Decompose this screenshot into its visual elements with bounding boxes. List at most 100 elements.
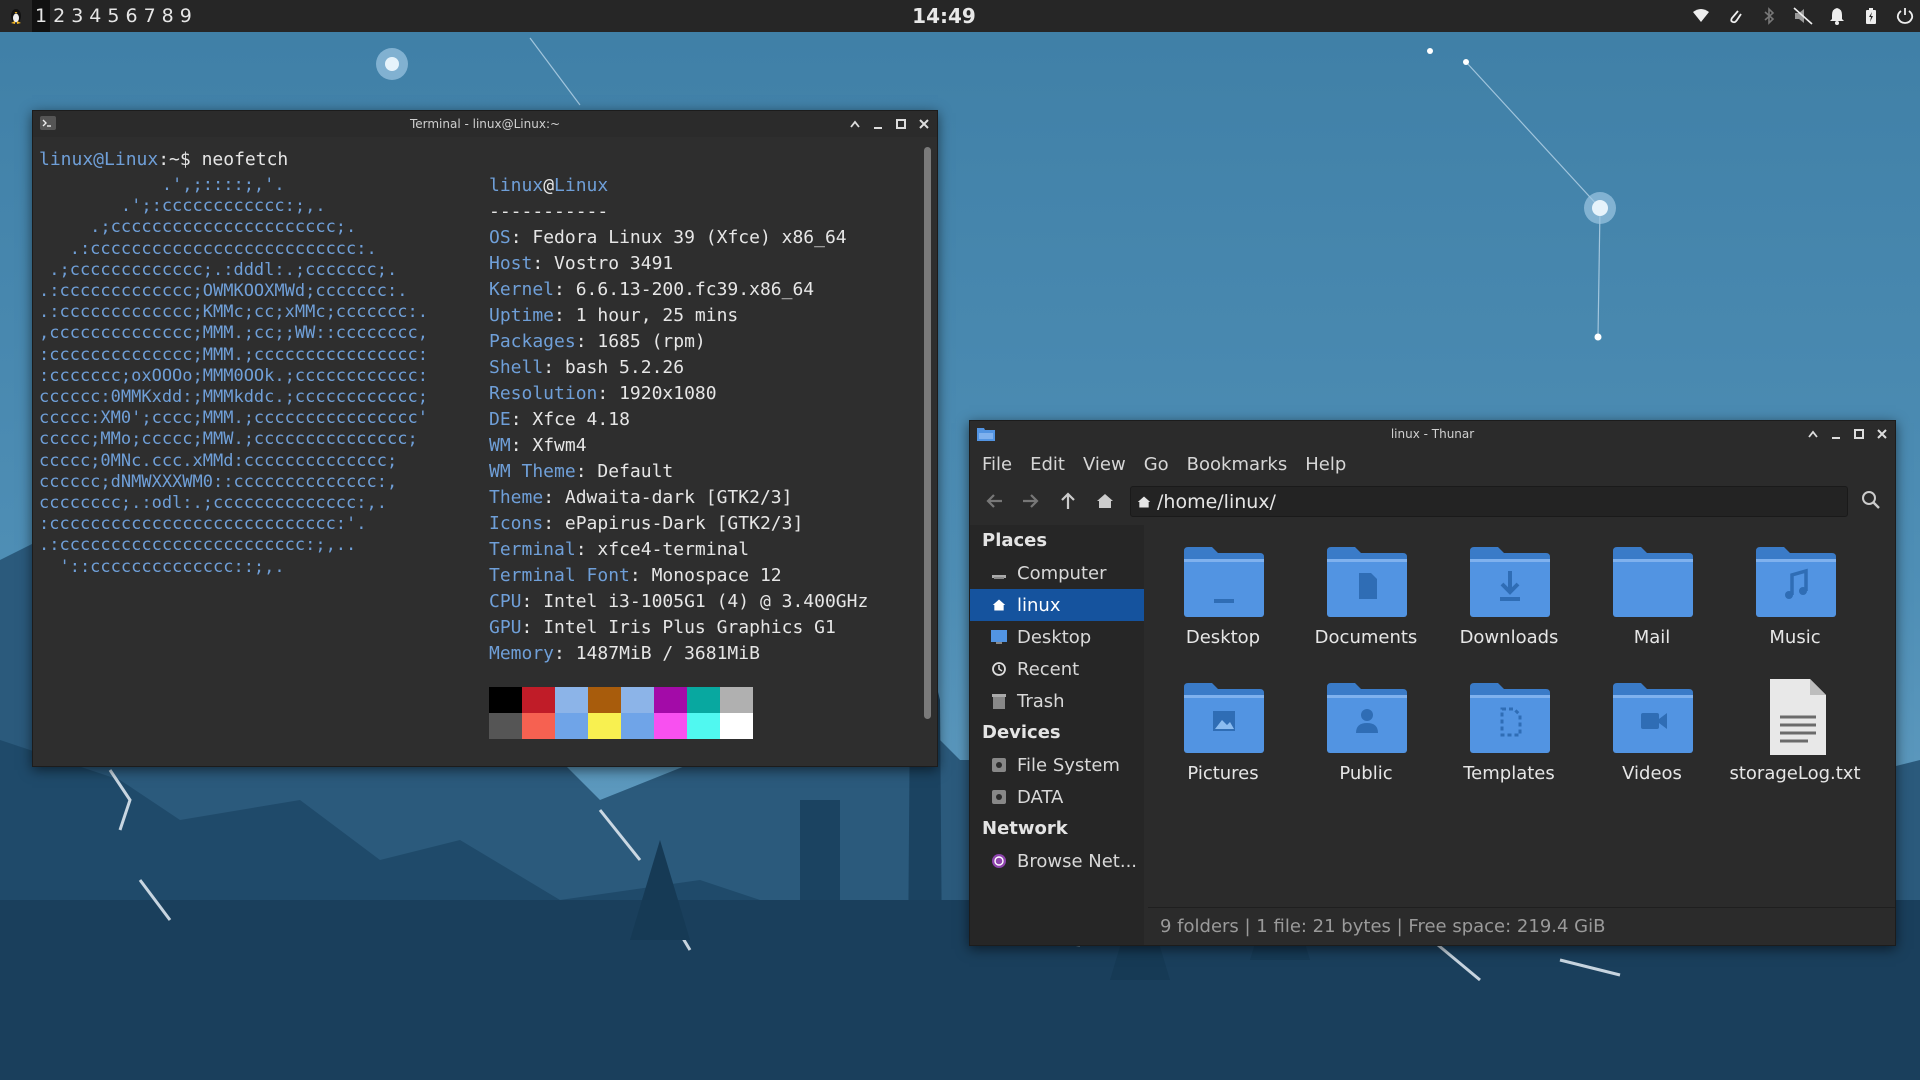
logo-line: ccccc:XM0';cccc;MMM.;cccccccccccccccc': [39, 408, 428, 429]
file-item-music[interactable]: Music: [1728, 533, 1862, 659]
file-item-videos[interactable]: Videos: [1585, 669, 1719, 795]
parent-folder-button[interactable]: [1056, 489, 1080, 513]
menu-file[interactable]: File: [982, 454, 1012, 475]
info-colon: :: [532, 253, 555, 274]
location-path: /home/linux/: [1157, 490, 1276, 513]
close-button[interactable]: [917, 117, 931, 131]
terminal-titlebar[interactable]: Terminal - linux@Linux:~: [33, 111, 937, 137]
info-colon: :: [575, 539, 598, 560]
prompt-command: :~$ neofetch: [158, 149, 289, 170]
logo-line: :cccccccccccccccccccccccccccc:'.: [39, 514, 367, 535]
sidebar-item-desktop[interactable]: Desktop: [970, 621, 1144, 653]
shade-button[interactable]: [1806, 427, 1820, 441]
logo-line: .:cccccccccccccccccccccccc:;,..: [39, 535, 357, 556]
info-value: 1685 (rpm): [597, 331, 706, 352]
menu-edit[interactable]: Edit: [1030, 454, 1065, 475]
workspace-7[interactable]: 7: [141, 0, 159, 32]
sidebar-item-label: DATA: [1017, 786, 1064, 808]
close-button[interactable]: [1875, 427, 1889, 441]
workspace-2[interactable]: 2: [50, 0, 68, 32]
sidebar-item-browse-net[interactable]: Browse Net...: [970, 845, 1144, 877]
wifi-icon[interactable]: [1690, 5, 1712, 27]
menu-help[interactable]: Help: [1305, 454, 1346, 475]
info-key: Packages: [489, 331, 576, 352]
info-value: 6.6.13-200.fc39.x86_64: [575, 279, 815, 300]
info-key: WM: [489, 435, 511, 456]
logo-line: cccccc;dNMWXXXWM0::cccccccccccccc:,: [39, 471, 398, 492]
terminal-window[interactable]: Terminal - linux@Linux:~ linux@Linux :~$ …: [32, 110, 938, 767]
info-row: WM: Xfwm4: [489, 435, 587, 456]
sidebar-item-computer[interactable]: Computer: [970, 557, 1144, 589]
color-palette-top: [489, 687, 753, 713]
trash-icon: [990, 692, 1008, 710]
applications-menu-button[interactable]: [0, 0, 32, 32]
color-swatch: [555, 687, 588, 713]
minimize-button[interactable]: [1829, 427, 1843, 441]
thunar-titlebar[interactable]: linux - Thunar: [970, 421, 1895, 447]
color-swatch: [621, 713, 654, 739]
back-button[interactable]: [982, 489, 1006, 513]
menu-view[interactable]: View: [1083, 454, 1126, 475]
file-item-documents[interactable]: Documents: [1299, 533, 1433, 659]
sidebar-item-linux[interactable]: linux: [970, 589, 1144, 621]
info-value: Adwaita-dark [GTK2/3]: [564, 487, 793, 508]
places-heading: Places: [982, 530, 1048, 551]
file-item-downloads[interactable]: Downloads: [1442, 533, 1576, 659]
file-name: Pictures: [1187, 763, 1259, 784]
workspace-3[interactable]: 3: [68, 0, 86, 32]
file-item-mail[interactable]: Mail: [1585, 533, 1719, 659]
text-file-icon: [1756, 677, 1836, 757]
file-name: Mail: [1633, 627, 1671, 648]
bluetooth-icon[interactable]: [1758, 5, 1780, 27]
menu-go[interactable]: Go: [1144, 454, 1169, 475]
workspace-4[interactable]: 4: [86, 0, 104, 32]
file-item-public[interactable]: Public: [1299, 669, 1433, 795]
logo-line: .:ccccccccccccc;OWMKOOXMWd;ccccccc:.: [39, 281, 408, 301]
sidebar-item-recent[interactable]: Recent: [970, 653, 1144, 685]
clock[interactable]: 14:49: [912, 4, 976, 28]
workspace-9[interactable]: 9: [177, 0, 195, 32]
info-row: Icons: ePapirus-Dark [GTK2/3]: [489, 513, 803, 534]
maximize-button[interactable]: [894, 117, 908, 131]
file-item-storagelog-txt[interactable]: storageLog.txt: [1728, 669, 1862, 795]
user-host-line: linux@Linux: [489, 175, 608, 196]
folder-downloads-icon: [1470, 541, 1550, 621]
logo-line: .:ccccccccccccc;KMMc;cc;xMMc;ccccccc:.: [39, 302, 428, 323]
shade-button[interactable]: [848, 117, 862, 131]
color-swatch: [720, 687, 753, 713]
location-bar[interactable]: /home/linux/: [1130, 486, 1848, 517]
thunar-window[interactable]: linux - Thunar File Edit View Go Bookmar…: [969, 420, 1896, 946]
notification-bell-icon[interactable]: [1826, 5, 1848, 27]
minimize-button[interactable]: [871, 117, 885, 131]
network-globe-icon: [990, 852, 1008, 870]
terminal-content[interactable]: linux@Linux:~$ neofetch .',;::::;,'. .';…: [33, 137, 937, 766]
sidebar-item-file-system[interactable]: File System: [970, 749, 1144, 781]
sidebar-item-label: File System: [1017, 754, 1120, 776]
terminal-scrollbar[interactable]: [924, 147, 931, 719]
color-swatch: [687, 713, 720, 739]
file-item-pictures[interactable]: Pictures: [1156, 669, 1290, 795]
workspace-1[interactable]: 1: [32, 0, 51, 32]
workspace-6[interactable]: 6: [122, 0, 140, 32]
color-swatch: [621, 687, 654, 713]
info-colon: :: [543, 513, 565, 534]
file-item-templates[interactable]: Templates: [1442, 669, 1576, 795]
search-icon[interactable]: [1861, 490, 1881, 514]
menu-bookmarks[interactable]: Bookmarks: [1187, 454, 1288, 475]
logo-line: .;cccccccccccccccccccccc;.: [39, 217, 357, 238]
power-icon[interactable]: [1894, 5, 1916, 27]
sidebar-item-data[interactable]: DATA: [970, 781, 1144, 813]
home-button[interactable]: [1093, 489, 1117, 513]
forward-button[interactable]: [1019, 489, 1043, 513]
drive-icon: [990, 788, 1008, 806]
maximize-button[interactable]: [1852, 427, 1866, 441]
workspace-5[interactable]: 5: [104, 0, 122, 32]
volume-muted-icon[interactable]: [1792, 5, 1814, 27]
battery-icon[interactable]: [1860, 5, 1882, 27]
home-icon: [1137, 496, 1151, 507]
sidebar-item-trash[interactable]: Trash: [970, 685, 1144, 717]
workspace-8[interactable]: 8: [159, 0, 177, 32]
file-item-desktop[interactable]: Desktop: [1156, 533, 1290, 659]
paperclip-icon[interactable]: [1724, 5, 1746, 27]
info-row: Shell: bash 5.2.26: [489, 357, 684, 378]
